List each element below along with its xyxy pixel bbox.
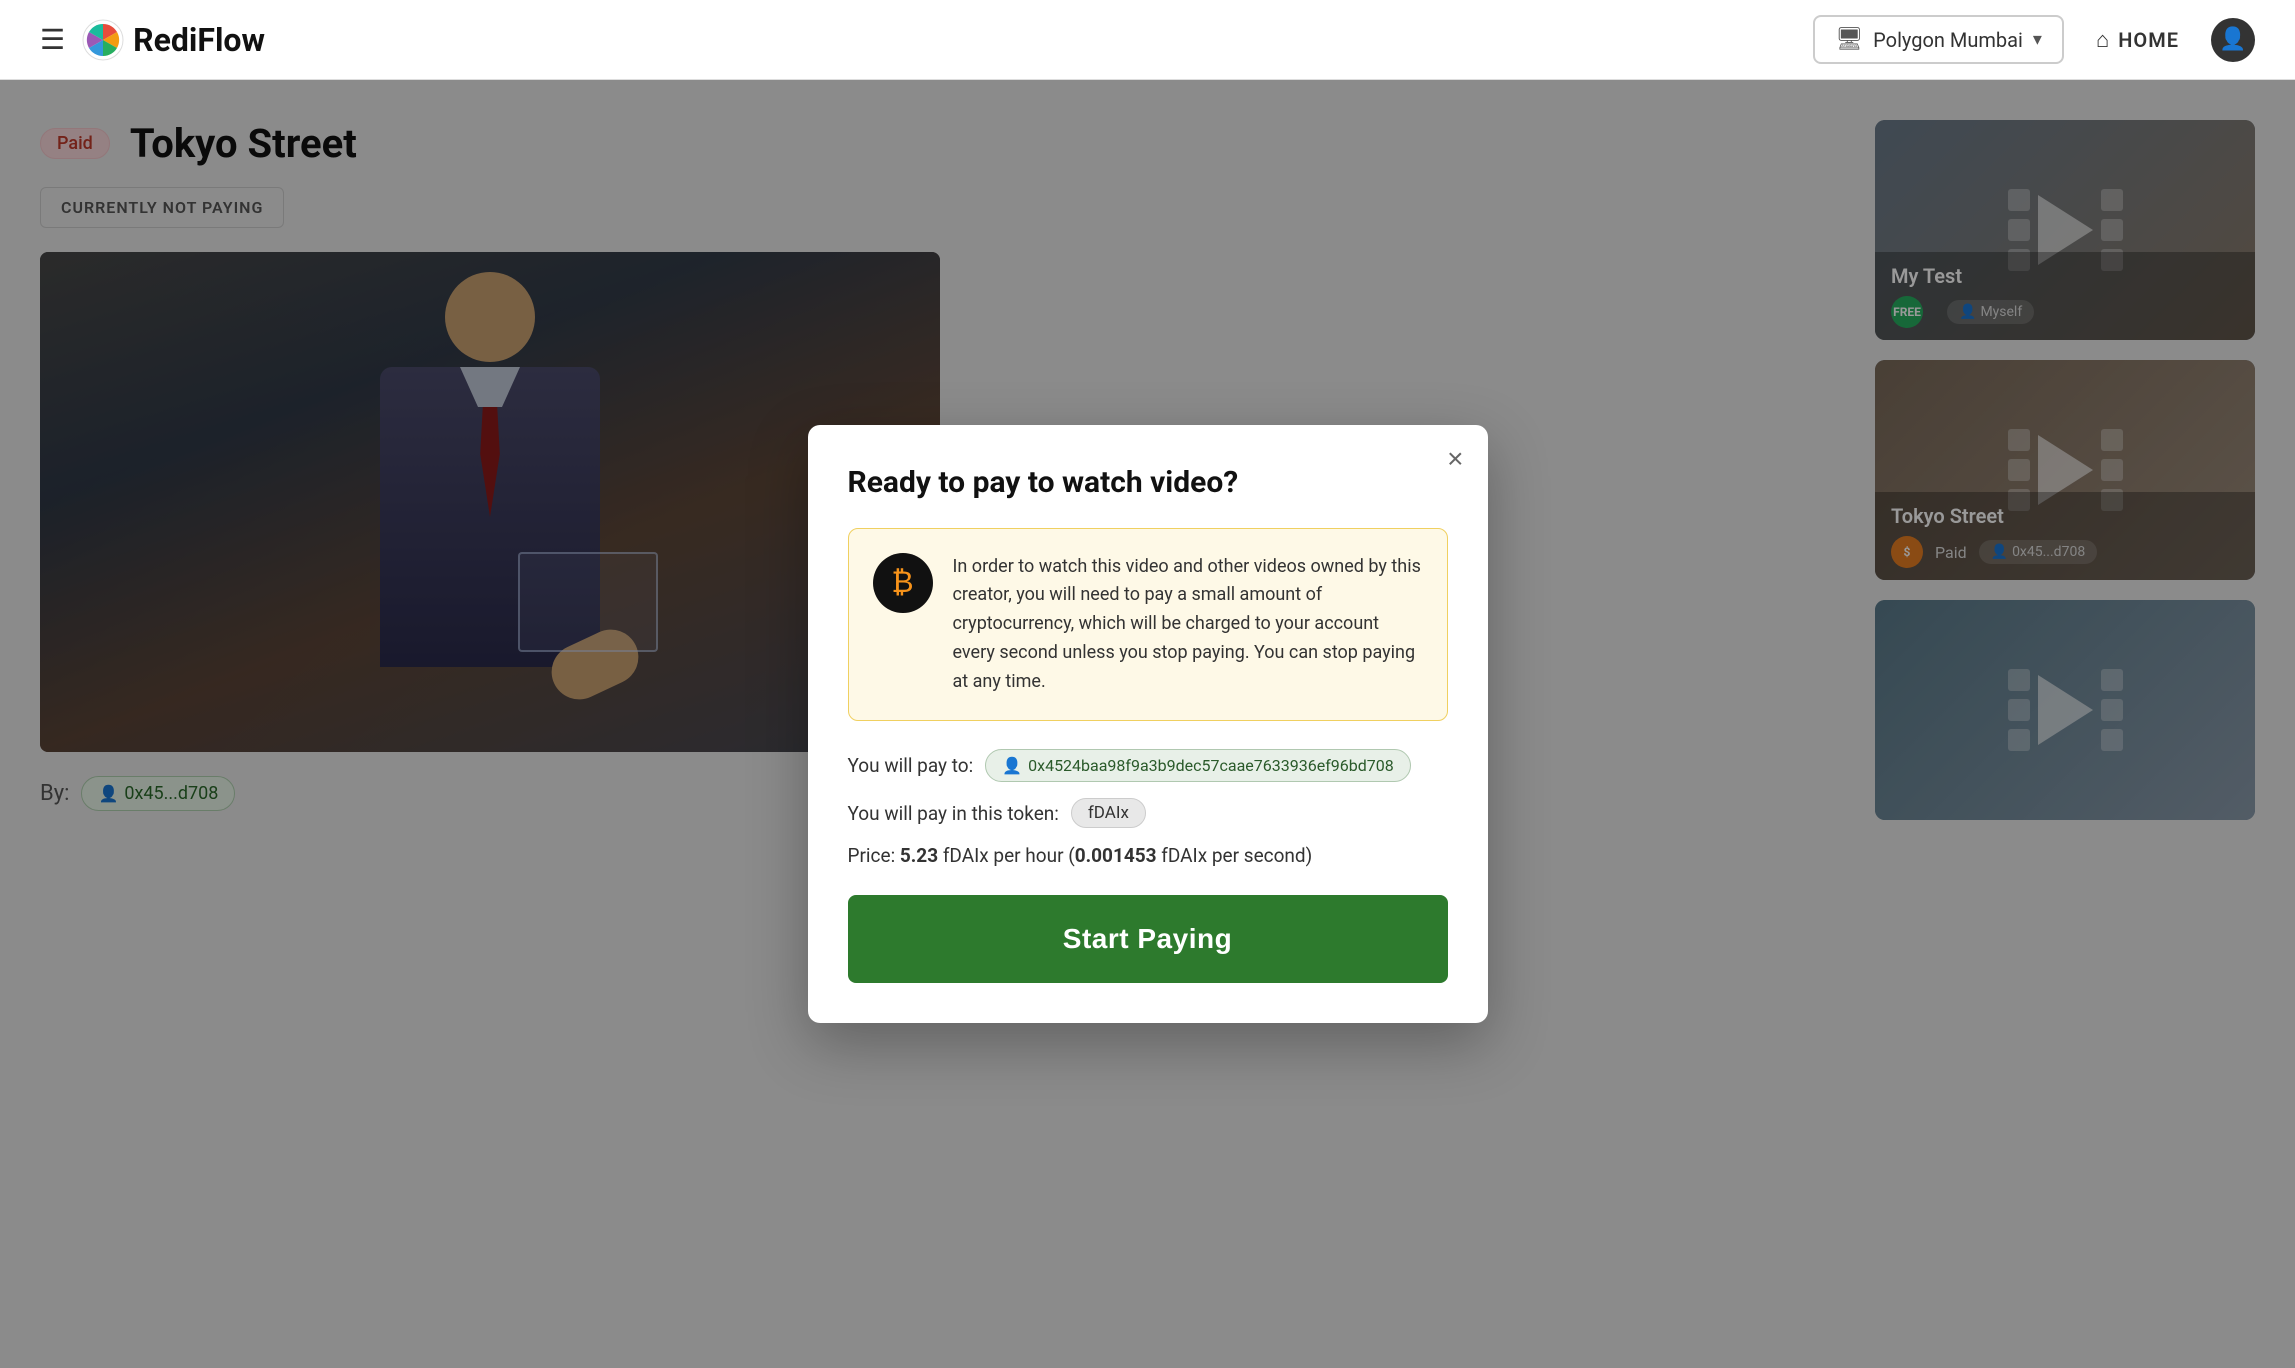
monitor-icon: 🖥 bbox=[1835, 27, 1863, 52]
token-row: You will pay in this token: fDAIx bbox=[848, 798, 1448, 828]
price-label: Price: bbox=[848, 844, 900, 867]
price-per-second-token-display: fDAIx per second) bbox=[1161, 844, 1312, 867]
logo-text: RediFlow bbox=[133, 21, 265, 59]
home-icon: ⌂ bbox=[2096, 27, 2110, 53]
network-name: Polygon Mumbai bbox=[1873, 28, 2023, 52]
avatar-icon: 👤 bbox=[2219, 27, 2246, 52]
pay-modal: × Ready to pay to watch video? ₿ In orde… bbox=[808, 425, 1488, 1024]
pay-to-address-pill: 👤 0x4524baa98f9a3b9dec57caae7633936ef96b… bbox=[985, 749, 1411, 782]
price-token-display: fDAIx per hour ( bbox=[943, 844, 1075, 867]
modal-overlay: × Ready to pay to watch video? ₿ In orde… bbox=[0, 80, 2295, 1368]
header-left: ☰ RediFlow bbox=[40, 18, 265, 62]
pay-to-address: 0x4524baa98f9a3b9dec57caae7633936ef96bd7… bbox=[1028, 756, 1394, 775]
home-link[interactable]: ⌂ HOME bbox=[2096, 27, 2179, 53]
chevron-down-icon: ▾ bbox=[2033, 29, 2042, 50]
pay-to-label: You will pay to: bbox=[848, 754, 974, 777]
info-box: ₿ In order to watch this video and other… bbox=[848, 528, 1448, 722]
price-per-second-display: 0.001453 bbox=[1075, 844, 1162, 867]
logo: RediFlow bbox=[81, 18, 265, 62]
app-header: ☰ RediFlow 🖥 Polygon Mumbai ▾ ⌂ HOME bbox=[0, 0, 2295, 80]
pay-to-person-icon: 👤 bbox=[1002, 756, 1022, 775]
info-text: In order to watch this video and other v… bbox=[953, 553, 1423, 697]
bitcoin-icon: ₿ bbox=[873, 553, 933, 613]
price-row: Price: 5.23 fDAIx per hour (0.001453 fDA… bbox=[848, 844, 1448, 867]
modal-close-button[interactable]: × bbox=[1447, 445, 1463, 473]
price-amount-display: 5.23 bbox=[900, 844, 943, 867]
token-label: You will pay in this token: bbox=[848, 802, 1059, 825]
token-pill: fDAIx bbox=[1071, 798, 1146, 828]
main-content: Paid Tokyo Street CURRENTLY NOT PAYING bbox=[0, 80, 2295, 1368]
start-paying-button[interactable]: Start Paying bbox=[848, 895, 1448, 983]
header-right: 🖥 Polygon Mumbai ▾ ⌂ HOME 👤 bbox=[1813, 15, 2255, 64]
user-avatar[interactable]: 👤 bbox=[2211, 18, 2255, 62]
rediflow-logo-icon bbox=[81, 18, 125, 62]
pay-to-row: You will pay to: 👤 0x4524baa98f9a3b9dec5… bbox=[848, 749, 1448, 782]
modal-title: Ready to pay to watch video? bbox=[848, 465, 1448, 500]
network-selector[interactable]: 🖥 Polygon Mumbai ▾ bbox=[1813, 15, 2064, 64]
hamburger-icon[interactable]: ☰ bbox=[40, 23, 65, 56]
home-label: HOME bbox=[2118, 28, 2179, 52]
